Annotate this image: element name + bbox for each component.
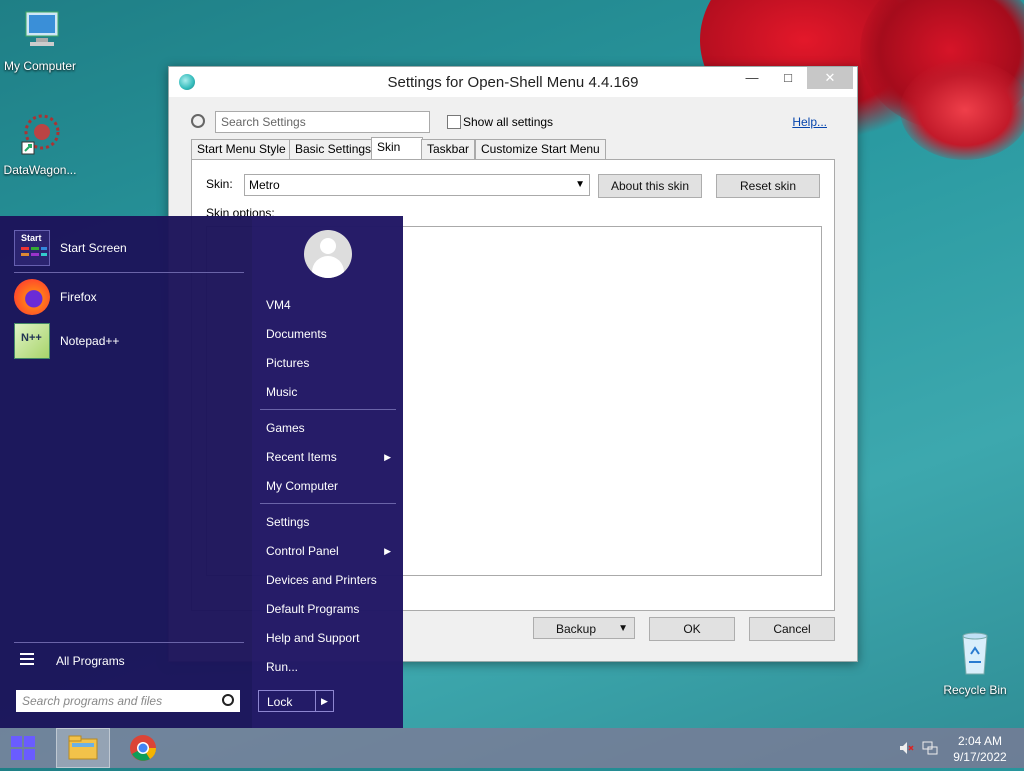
start-screen-icon: Start [14,230,50,266]
tab-basic-settings[interactable]: Basic Settings [289,139,378,159]
submenu-arrow-icon: ▶ [384,546,391,556]
all-programs-label: All Programs [56,654,125,668]
menu-item-settings[interactable]: Settings [266,515,309,529]
show-all-settings-checkbox[interactable] [447,115,461,129]
menu-item-games[interactable]: Games [266,421,305,435]
list-icon [20,653,34,668]
search-icon [191,114,205,128]
clock[interactable]: 2:04 AM 9/17/2022 [944,733,1016,765]
start-menu: Start Start Screen Firefox N++ Notepad++ [0,216,403,728]
clock-date: 9/17/2022 [953,750,1007,764]
ok-button[interactable]: OK [649,617,735,641]
search-icon [222,694,234,706]
program-firefox[interactable]: Firefox [14,279,244,315]
divider [260,503,396,504]
about-skin-button[interactable]: About this skin [598,174,702,198]
volume-muted-icon[interactable] [898,740,914,756]
divider [14,272,244,273]
skin-select-value: Metro [249,178,280,192]
taskbar: 2:04 AM 9/17/2022 [0,728,1024,768]
tab-taskbar[interactable]: Taskbar [421,139,476,159]
title-bar[interactable]: Settings for Open-Shell Menu 4.4.169 — □… [169,67,857,97]
menu-item-default-programs[interactable]: Default Programs [266,602,359,616]
tab-start-menu-style[interactable]: Start Menu Style [191,139,292,159]
menu-item-run[interactable]: Run... [266,660,298,674]
lock-label: Lock [267,695,293,709]
skin-label: Skin: [206,177,233,191]
chevron-down-icon: ▼ [575,179,585,190]
firefox-icon [14,279,50,315]
tab-skin[interactable]: Skin [371,137,423,160]
backup-button[interactable]: Backup ▼ [533,617,635,639]
desktop-icon-datawagon[interactable]: DataWagon... [0,112,80,177]
backup-label: Backup [556,622,597,636]
tab-customize-start-menu[interactable]: Customize Start Menu [475,139,606,159]
divider [315,691,316,711]
taskbar-file-explorer[interactable] [56,728,110,768]
show-all-settings-label: Show all settings [463,115,554,129]
all-programs-button[interactable]: All Programs [14,650,244,672]
divider [260,409,396,410]
desktop-icon-recycle-bin[interactable]: Recycle Bin [935,632,1015,697]
divider [14,642,244,643]
computer-icon [25,11,59,46]
user-avatar[interactable] [304,230,352,278]
recycle-bin-icon [962,632,988,675]
program-notepadpp[interactable]: N++ Notepad++ [14,323,244,359]
notepadpp-icon: N++ [14,323,50,359]
start-button[interactable] [0,728,46,768]
chrome-icon [130,735,157,761]
network-icon[interactable] [922,740,938,756]
desktop-icon-label: Recycle Bin [943,683,1007,697]
program-label: Start Screen [60,241,127,255]
minimize-button[interactable]: — [735,67,769,89]
help-link[interactable]: Help... [792,115,827,129]
chevron-down-icon: ▼ [618,623,628,634]
program-label: Notepad++ [60,334,120,348]
start-search-input[interactable]: Search programs and files [16,690,240,712]
menu-item-pictures[interactable]: Pictures [266,356,309,370]
maximize-button[interactable]: □ [771,67,805,89]
menu-item-control-panel[interactable]: Control Panel [266,544,339,558]
close-button[interactable]: ✕ [807,67,853,89]
chevron-right-icon[interactable]: ▶ [321,696,328,707]
program-label: Firefox [60,290,97,304]
desktop-icon-label: My Computer [3,59,77,73]
submenu-arrow-icon: ▶ [384,452,391,462]
desktop-icon-label: DataWagon... [3,163,77,177]
program-start-screen[interactable]: Start Start Screen [14,230,244,266]
reset-skin-button[interactable]: Reset skin [716,174,820,198]
menu-item-documents[interactable]: Documents [266,327,327,341]
taskbar-chrome[interactable] [120,728,166,768]
datawagon-icon [21,114,60,155]
start-menu-programs-pane: Start Start Screen Firefox N++ Notepad++ [0,216,252,728]
menu-item-my-computer[interactable]: My Computer [266,479,338,493]
lock-button[interactable]: Lock ▶ [258,690,334,712]
cancel-button[interactable]: Cancel [749,617,835,641]
folder-icon [68,735,98,760]
clock-time: 2:04 AM [957,734,1003,748]
menu-item-help-support[interactable]: Help and Support [266,631,359,645]
menu-item-vm4[interactable]: VM4 [266,298,291,312]
menu-item-music[interactable]: Music [266,385,297,399]
menu-item-devices-printers[interactable]: Devices and Printers [266,573,377,587]
desktop-icon-my-computer[interactable]: My Computer [0,8,80,73]
menu-item-recent-items[interactable]: Recent Items [266,450,337,464]
skin-select[interactable]: Metro ▼ [244,174,590,196]
windows-logo-icon [11,736,35,760]
search-settings-input[interactable]: Search Settings [215,111,430,133]
start-menu-places-pane: VM4 Documents Pictures Music Games Recen… [252,216,403,728]
